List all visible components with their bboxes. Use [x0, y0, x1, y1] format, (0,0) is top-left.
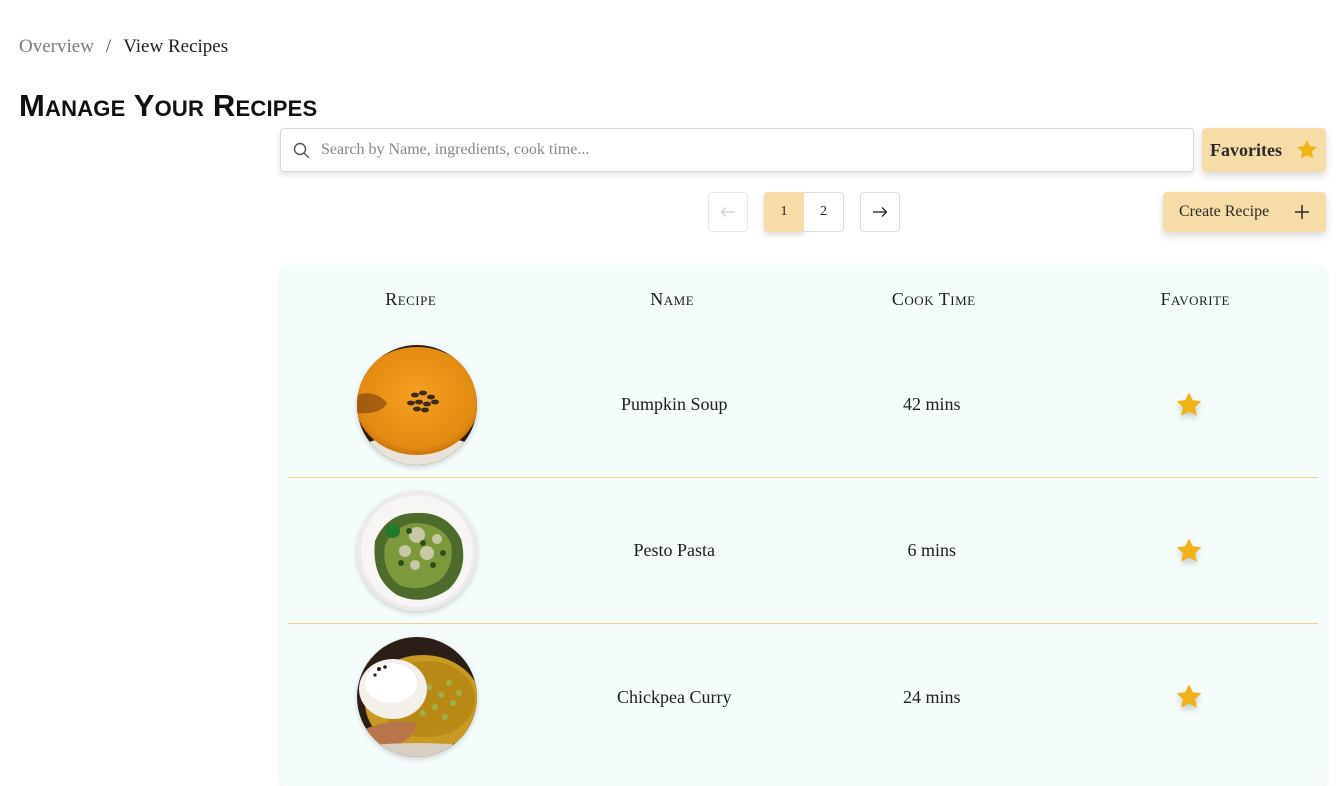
favorite-cell	[1061, 391, 1319, 419]
recipe-name: Pesto Pasta	[633, 540, 715, 560]
breadcrumb-separator: /	[105, 36, 112, 57]
column-header-favorite: Favorite	[1160, 288, 1230, 309]
recipe-cook-time: 24 mins	[902, 686, 961, 707]
plus-icon	[1294, 204, 1310, 220]
star-icon[interactable]	[1175, 683, 1203, 711]
page-button-2[interactable]: 2	[804, 192, 844, 232]
next-page-button[interactable]	[860, 192, 900, 232]
recipe-cook-time: 6 mins	[907, 540, 956, 560]
pesto-pasta-image	[356, 490, 477, 611]
recipe-image-cell	[288, 490, 546, 611]
breadcrumb-current: View Recipes	[123, 36, 229, 57]
favorites-button-label: Favorites	[1210, 139, 1282, 160]
arrow-right-icon	[872, 206, 888, 218]
create-recipe-label: Create Recipe	[1179, 203, 1270, 220]
column-header-recipe: Recipe	[385, 288, 437, 309]
favorite-cell	[1061, 683, 1319, 711]
prev-page-button[interactable]	[708, 192, 748, 232]
favorite-cell	[1061, 537, 1319, 565]
table-row[interactable]: Pumpkin Soup 42 mins	[288, 332, 1318, 478]
recipe-image-cell	[288, 344, 546, 465]
favorites-button[interactable]: Favorites	[1202, 128, 1326, 172]
breadcrumb-overview-link[interactable]: Overview	[19, 36, 94, 58]
page-title: Manage Your Recipes	[19, 88, 318, 123]
breadcrumb: Overview / View Recipes	[19, 36, 228, 58]
table-row[interactable]: Chickpea Curry 24 mins	[288, 624, 1318, 770]
column-header-cook-time: Cook Time	[891, 288, 976, 309]
column-header-name: Name	[650, 288, 695, 309]
star-icon[interactable]	[1175, 537, 1203, 565]
star-icon	[1296, 139, 1318, 161]
search-box	[280, 128, 1194, 172]
recipe-cook-time: 42 mins	[902, 394, 961, 414]
table-header: Recipe Name Cook Time Favorite	[280, 266, 1326, 332]
search-icon	[281, 142, 321, 159]
recipe-image-cell	[288, 637, 546, 757]
chickpea-curry-image	[356, 637, 477, 757]
pagination: 1 2	[708, 192, 900, 232]
recipes-table: Recipe Name Cook Time Favorite Pumpkin S…	[280, 266, 1326, 786]
pumpkin-soup-image	[356, 344, 477, 465]
create-recipe-button[interactable]: Create Recipe	[1163, 192, 1326, 232]
star-icon[interactable]	[1175, 391, 1203, 419]
recipe-name: Pumpkin Soup	[620, 394, 728, 414]
page-button-1[interactable]: 1	[764, 192, 804, 232]
arrow-left-icon	[720, 206, 736, 218]
table-row[interactable]: Pesto Pasta 6 mins	[288, 478, 1318, 624]
recipe-name: Chickpea Curry	[617, 686, 732, 707]
search-input[interactable]	[321, 129, 1193, 171]
